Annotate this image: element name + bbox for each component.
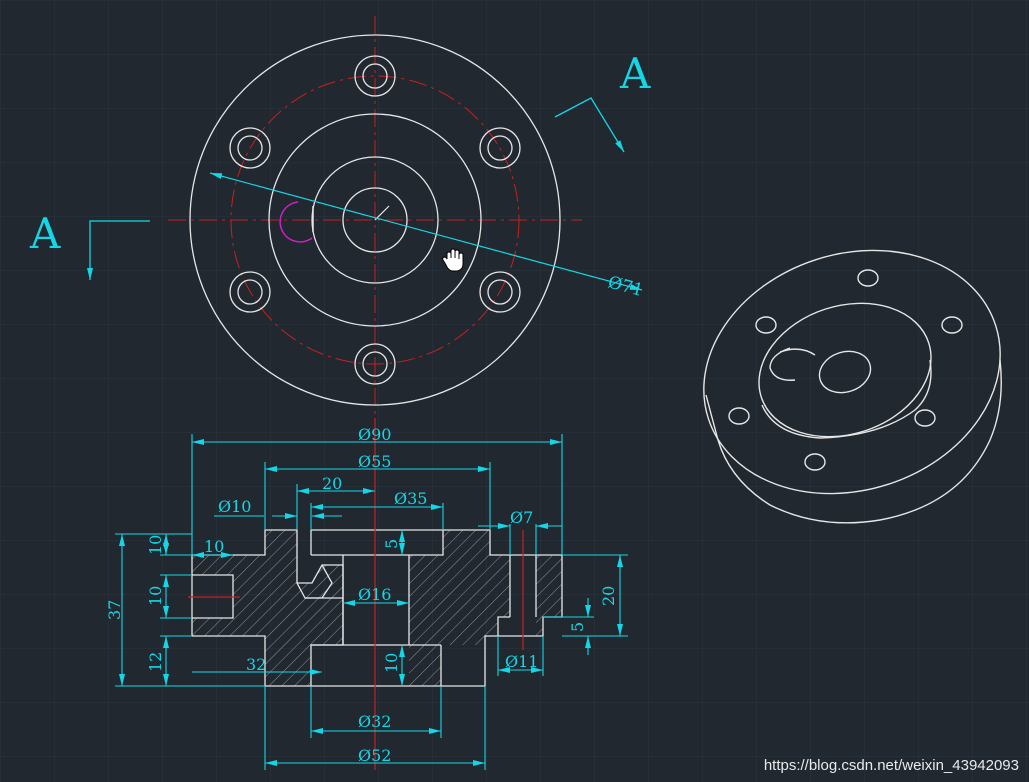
- dim-5-right: 5: [568, 622, 587, 632]
- section-label-top: A: [619, 49, 651, 98]
- watermark-text: https://blog.csdn.net/weixin_43942093: [763, 757, 1019, 774]
- dim-10-middle: 10: [146, 586, 165, 606]
- cad-canvas[interactable]: Ø71 A A Ø90 Ø55 20 Ø35 Ø10 Ø7 10 Ø16 32 …: [0, 0, 1029, 782]
- dim-phi7: Ø7: [510, 508, 533, 527]
- dim-20-right: 20: [599, 586, 618, 606]
- dim-phi52: Ø52: [358, 746, 391, 765]
- dim-20: 20: [322, 474, 342, 493]
- dim-32: 32: [246, 655, 266, 674]
- dim-phi10: Ø10: [218, 497, 251, 516]
- dim-37: 37: [105, 600, 124, 620]
- dim-phi55: Ø55: [358, 452, 391, 471]
- dim-10-bottom: 10: [382, 653, 401, 673]
- dim-phi11: Ø11: [505, 652, 538, 671]
- dim-phi16: Ø16: [358, 585, 391, 604]
- dim-10-horizontal: 10: [204, 537, 224, 556]
- dim-5-top: 5: [382, 539, 401, 549]
- dim-10-top: 10: [146, 535, 165, 555]
- dim-phi90: Ø90: [358, 425, 391, 444]
- dim-phi35: Ø35: [394, 489, 427, 508]
- dim-phi32: Ø32: [358, 712, 391, 731]
- section-label-left: A: [29, 209, 61, 258]
- dim-12: 12: [146, 652, 165, 672]
